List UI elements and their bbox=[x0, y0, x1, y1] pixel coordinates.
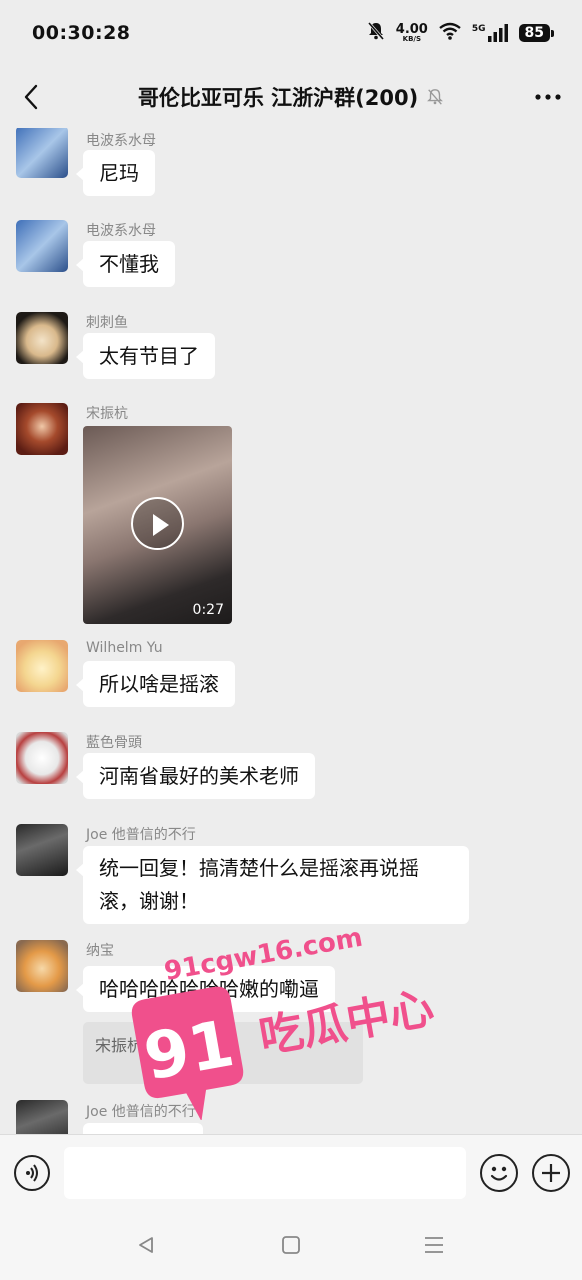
sender-name: 电波系水母 bbox=[86, 133, 156, 149]
mute-bell-icon bbox=[366, 21, 386, 45]
status-time: 00:30:28 bbox=[32, 22, 131, 44]
message-bubble[interactable]: 尼玛 bbox=[76, 150, 155, 196]
video-duration: 0:27 bbox=[192, 602, 224, 618]
sender-name: 宋振杭 bbox=[86, 406, 128, 422]
status-bar: 00:30:28 4.00 KB/S 5G 85 bbox=[0, 0, 582, 66]
avatar[interactable] bbox=[16, 403, 68, 455]
sender-name: 刺刺鱼 bbox=[86, 315, 128, 331]
chevron-left-icon bbox=[24, 84, 38, 110]
chat-message-list[interactable]: 电波系水母 尼玛 电波系水母 不懂我 刺刺鱼 太有节目了 宋振杭 0:27 Wi… bbox=[0, 128, 582, 1134]
input-bar bbox=[0, 1134, 582, 1212]
sender-name: 藍色骨頭 bbox=[86, 735, 142, 751]
sender-name: 纳宝 bbox=[86, 943, 114, 959]
message-bubble[interactable]: 所以啥是摇滚 bbox=[76, 661, 235, 707]
mute-bell-icon bbox=[427, 89, 444, 105]
system-nav-bar bbox=[0, 1212, 582, 1280]
avatar[interactable] bbox=[16, 824, 68, 876]
voice-button[interactable] bbox=[14, 1155, 50, 1191]
avatar[interactable] bbox=[16, 640, 68, 692]
back-button[interactable] bbox=[16, 80, 46, 114]
avatar[interactable] bbox=[16, 732, 68, 784]
quoted-reply[interactable]: 宋振杭： bbox=[83, 1022, 363, 1084]
more-button[interactable] bbox=[532, 82, 564, 112]
net-speed: 4.00 KB/S bbox=[396, 23, 428, 43]
network-type: 5G bbox=[471, 24, 486, 34]
avatar[interactable] bbox=[16, 128, 68, 178]
message-bubble[interactable]: 太有节目了 bbox=[76, 333, 215, 379]
quote-thumbnail bbox=[173, 1030, 217, 1074]
battery-icon: 85 bbox=[518, 24, 555, 42]
emoji-icon bbox=[490, 1166, 508, 1181]
signal-icon: 5G bbox=[472, 24, 509, 42]
voice-icon bbox=[26, 1164, 38, 1182]
sender-name: 电波系水母 bbox=[86, 223, 156, 239]
nav-back-button[interactable] bbox=[133, 1232, 159, 1258]
net-speed-unit: KB/S bbox=[402, 35, 421, 43]
sender-name: Wilhelm Yu bbox=[86, 640, 163, 656]
avatar[interactable] bbox=[16, 220, 68, 272]
emoji-button[interactable] bbox=[480, 1154, 518, 1192]
wifi-icon bbox=[438, 21, 462, 45]
sender-name: Joe 他普信的不行 bbox=[86, 827, 196, 843]
chat-title: 哥伦比亚可乐 江浙沪群(200) bbox=[137, 86, 419, 110]
chat-header: 哥伦比亚可乐 江浙沪群(200) bbox=[0, 66, 582, 128]
nav-menu-button[interactable] bbox=[421, 1232, 447, 1258]
play-icon[interactable] bbox=[131, 497, 184, 550]
message-input[interactable] bbox=[64, 1147, 466, 1199]
message-bubble[interactable]: 不懂我 bbox=[76, 241, 175, 287]
sender-name: Joe 他普信的不行 bbox=[86, 1104, 196, 1120]
plus-icon bbox=[542, 1164, 560, 1182]
avatar[interactable] bbox=[16, 1100, 68, 1134]
nav-home-button[interactable] bbox=[278, 1232, 304, 1258]
status-icons: 4.00 KB/S 5G 85 bbox=[366, 21, 555, 45]
menu-lines-icon bbox=[425, 1237, 443, 1253]
message-bubble[interactable]: 河南省最好的美术老师 bbox=[76, 753, 315, 799]
message-bubble[interactable] bbox=[83, 1123, 203, 1134]
home-square-icon bbox=[282, 1236, 300, 1254]
video-message[interactable]: 0:27 bbox=[83, 426, 232, 624]
message-bubble[interactable]: 哈哈哈哈哈哈哈嫩的嘞逼 bbox=[76, 966, 335, 1012]
plus-button[interactable] bbox=[532, 1154, 570, 1192]
more-dots-icon bbox=[535, 94, 561, 100]
message-bubble[interactable]: 统一回复！搞清楚什么是摇滚再说摇滚，谢谢！ bbox=[76, 846, 469, 924]
chat-title-group: 哥伦比亚可乐 江浙沪群(200) bbox=[138, 82, 444, 112]
avatar[interactable] bbox=[16, 312, 68, 364]
back-triangle-icon bbox=[139, 1237, 153, 1253]
avatar[interactable] bbox=[16, 940, 68, 992]
quote-text: 宋振杭： bbox=[95, 1036, 160, 1055]
